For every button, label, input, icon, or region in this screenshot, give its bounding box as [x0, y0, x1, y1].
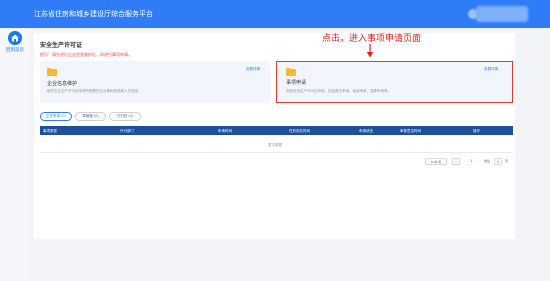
panel-application-title: 事项申请 — [286, 80, 307, 86]
panel-enterprise-desc: 维护企业生产许可证申请所需要的企业基础信息和人员信息。 — [47, 89, 142, 93]
column-header: 审核意见时间 — [400, 128, 421, 133]
folder-icon — [47, 67, 57, 76]
annotation-arrow-icon — [366, 44, 374, 58]
panel-application-link[interactable]: 查看详情 — [484, 67, 498, 72]
panel-item-application[interactable]: 查看详情 事项申请 发起安全生产许可证申请，包括首次申请、延续申请、变更申请等。 — [276, 61, 513, 103]
hint-text: 提示：请先进行企业信息维护后，再进行事项申请。 — [40, 52, 132, 57]
home-icon — [11, 34, 19, 42]
column-header: 任务到达时间 — [289, 128, 310, 133]
home-label: 回到首页 — [6, 48, 24, 53]
folder-icon — [286, 67, 296, 76]
tab-archived[interactable]: 已归档 (0) — [109, 112, 141, 121]
goto-page-input[interactable]: 1 — [494, 158, 502, 165]
app-title: 江苏省住房和城乡建设厅综合服务平台 — [34, 10, 153, 18]
left-rail — [0, 28, 30, 281]
current-page[interactable]: 1 — [470, 159, 472, 163]
home-icon-circle — [8, 31, 22, 45]
user-menu[interactable] — [476, 6, 528, 22]
page-title: 安全生产许可证 — [40, 42, 83, 49]
tab-drafts[interactable]: 草稿箱 (0) — [75, 112, 106, 121]
column-header: 事项类型 — [43, 128, 57, 133]
next-page-button[interactable]: › — [474, 158, 480, 165]
panel-enterprise-title: 企业信息维护 — [47, 81, 78, 87]
column-header: 操作 — [473, 128, 480, 133]
panel-enterprise-link[interactable]: 查看详情 — [246, 67, 260, 72]
table-header: 事项类型 许可部门 申请时间 任务到达时间 申请状态 审核意见时间 操作 — [40, 126, 513, 135]
tab-applying[interactable]: 正在申请 (0) — [40, 112, 72, 121]
goto-unit: 页 — [505, 159, 509, 163]
column-header: 申请时间 — [218, 128, 232, 133]
prev-page-button[interactable]: ‹ — [452, 158, 460, 165]
top-bar: 江苏省住房和城乡建设厅综合服务平台 — [0, 0, 550, 28]
column-header: 申请状态 — [359, 128, 373, 133]
page-size-select[interactable]: 10条/页 — [425, 158, 447, 165]
column-header: 许可部门 — [120, 128, 134, 133]
table-empty-text: 暂无数据 — [268, 143, 282, 147]
annotation-text: 点击，进入事项申请页面 — [322, 34, 422, 44]
panel-enterprise-info[interactable]: 查看详情 企业信息维护 维护企业生产许可证申请所需要的企业基础信息和人员信息。 — [40, 61, 270, 103]
panel-application-desc: 发起安全生产许可证申请，包括首次申请、延续申请、变更申请等。 — [286, 89, 391, 93]
goto-label: 前往 — [484, 159, 491, 163]
home-button[interactable]: 回到首页 — [4, 31, 26, 55]
